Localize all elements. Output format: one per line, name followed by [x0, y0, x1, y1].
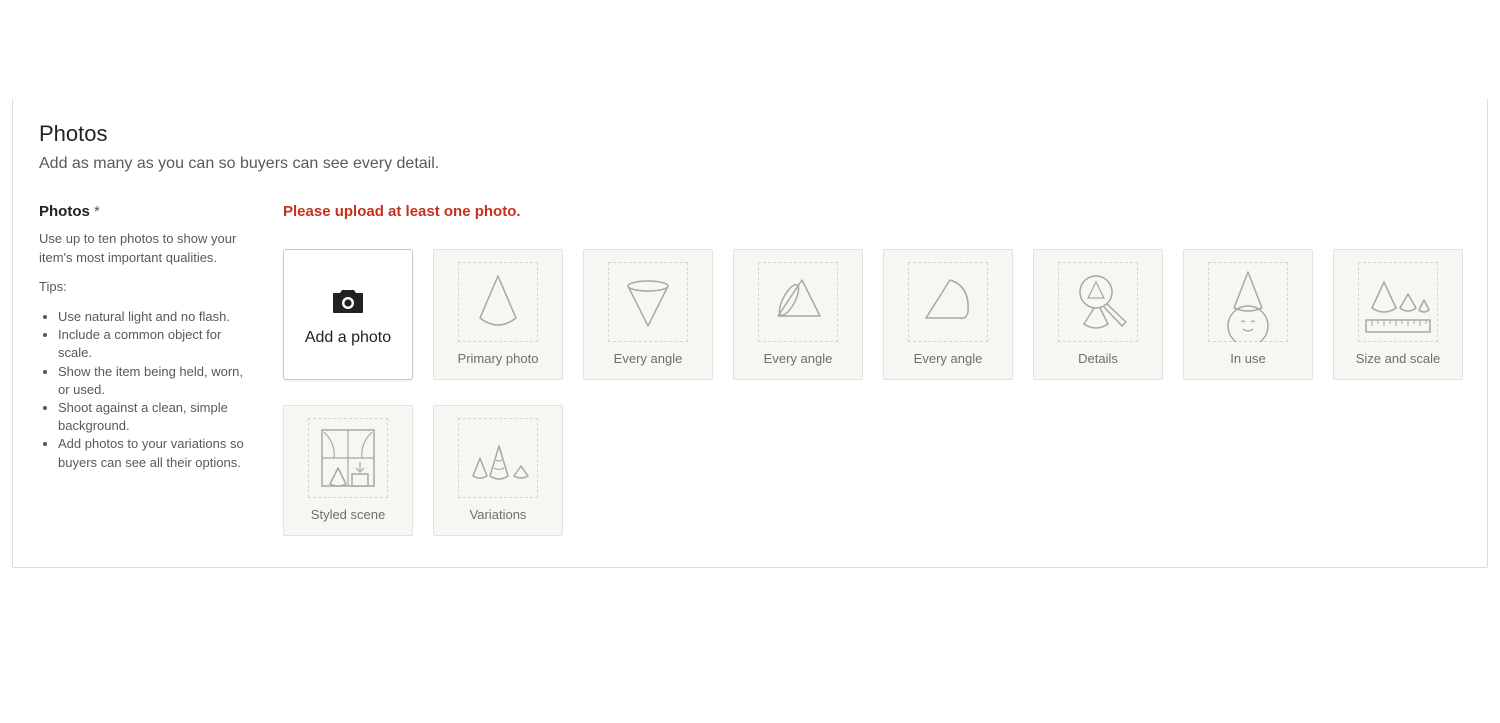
- photo-slot-details[interactable]: Details: [1033, 249, 1163, 380]
- slot-caption: Primary photo: [457, 351, 539, 366]
- photos-sidebar: Photos * Use up to ten photos to show yo…: [39, 203, 249, 472]
- photo-slot-variations[interactable]: Variations: [433, 405, 563, 536]
- window-scene-icon: [321, 429, 375, 487]
- magnifier-icon: [1079, 275, 1127, 329]
- error-message: Please upload at least one photo.: [283, 203, 521, 220]
- photos-description: Use up to ten photos to show your item's…: [39, 231, 237, 265]
- photos-field-label: Photos *: [39, 203, 249, 220]
- photo-slot-primary[interactable]: Primary photo: [433, 249, 563, 380]
- photos-section: Photos Add as many as you can so buyers …: [12, 99, 1488, 568]
- slot-caption: In use: [1230, 351, 1266, 366]
- tip-item: Use natural light and no flash.: [58, 308, 249, 326]
- photo-slot-in-use[interactable]: In use: [1183, 249, 1313, 380]
- camera-icon: [333, 290, 363, 313]
- section-subtitle: Add as many as you can so buyers can see…: [39, 155, 440, 172]
- tip-item: Include a common object for scale.: [58, 326, 249, 362]
- cone-side-icon: [925, 279, 969, 320]
- slot-caption: Every angle: [913, 351, 983, 366]
- slot-caption: Every angle: [763, 351, 833, 366]
- required-mark: *: [94, 203, 100, 220]
- slot-caption: Size and scale: [1355, 351, 1441, 366]
- slot-caption: Styled scene: [310, 507, 386, 522]
- cone-icon: [479, 275, 517, 326]
- cone-inverted-icon: [627, 280, 669, 327]
- cone-variations-icon: [472, 445, 529, 480]
- add-photo-button[interactable]: Add a photo: [283, 249, 413, 380]
- cones-ruler-icon: [1365, 281, 1431, 333]
- photo-slot-angle-3[interactable]: Every angle: [883, 249, 1013, 380]
- tips-list: Use natural light and no flash. Include …: [39, 308, 249, 472]
- photo-slot-size-scale[interactable]: Size and scale: [1333, 249, 1463, 380]
- tip-item: Add photos to your variations so buyers …: [58, 435, 249, 471]
- cone-tilted-icon: [777, 279, 821, 317]
- photo-slot-styled-scene[interactable]: Styled scene: [283, 405, 413, 536]
- section-title: Photos: [39, 121, 108, 146]
- tip-item: Shoot against a clean, simple background…: [58, 399, 249, 435]
- photos-field-label-text: Photos: [39, 203, 90, 220]
- slot-caption: Details: [1078, 351, 1118, 366]
- tips-label: Tips:: [39, 279, 67, 294]
- add-photo-label: Add a photo: [304, 329, 392, 346]
- slot-caption: Every angle: [613, 351, 683, 366]
- photo-slot-angle-2[interactable]: Every angle: [733, 249, 863, 380]
- slot-caption: Variations: [469, 507, 527, 522]
- photo-slot-angle-1[interactable]: Every angle: [583, 249, 713, 380]
- cone-hat-face-icon: [1227, 271, 1269, 342]
- tip-item: Show the item being held, worn, or used.: [58, 363, 249, 399]
